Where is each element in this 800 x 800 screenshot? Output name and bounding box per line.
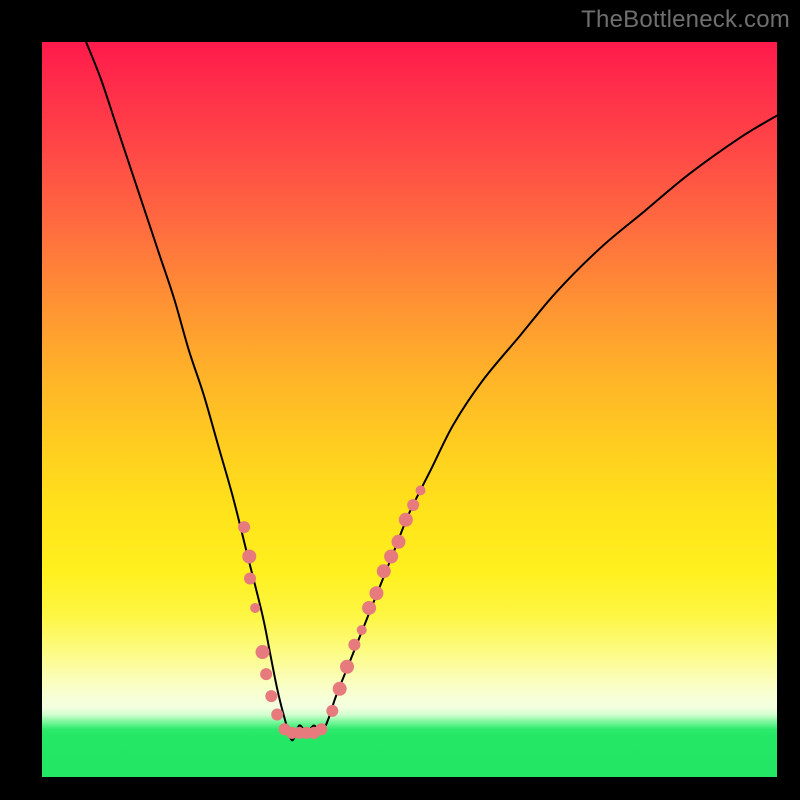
data-point-marker <box>271 709 283 721</box>
marker-layer <box>238 485 425 739</box>
data-point-marker <box>362 601 376 615</box>
data-point-marker <box>369 586 383 600</box>
chart-frame: TheBottleneck.com <box>0 0 800 800</box>
data-point-marker <box>407 499 419 511</box>
data-point-marker <box>357 625 367 635</box>
data-point-marker <box>384 550 398 564</box>
data-point-marker <box>315 723 327 735</box>
data-point-marker <box>340 660 354 674</box>
data-point-marker <box>399 513 413 527</box>
data-point-marker <box>326 705 338 717</box>
chart-svg <box>42 42 777 777</box>
data-point-marker <box>238 521 250 533</box>
data-point-marker <box>391 535 405 549</box>
data-point-marker <box>256 645 270 659</box>
watermark-text: TheBottleneck.com <box>581 6 790 34</box>
data-point-marker <box>242 550 256 564</box>
data-point-marker <box>260 668 272 680</box>
data-point-marker <box>348 639 360 651</box>
data-point-marker <box>244 573 256 585</box>
bottleneck-curve <box>86 42 777 740</box>
data-point-marker <box>250 603 260 613</box>
data-point-marker <box>377 564 391 578</box>
data-point-marker <box>333 682 347 696</box>
plot-area <box>42 42 777 777</box>
data-point-marker <box>416 485 426 495</box>
data-point-marker <box>265 690 277 702</box>
